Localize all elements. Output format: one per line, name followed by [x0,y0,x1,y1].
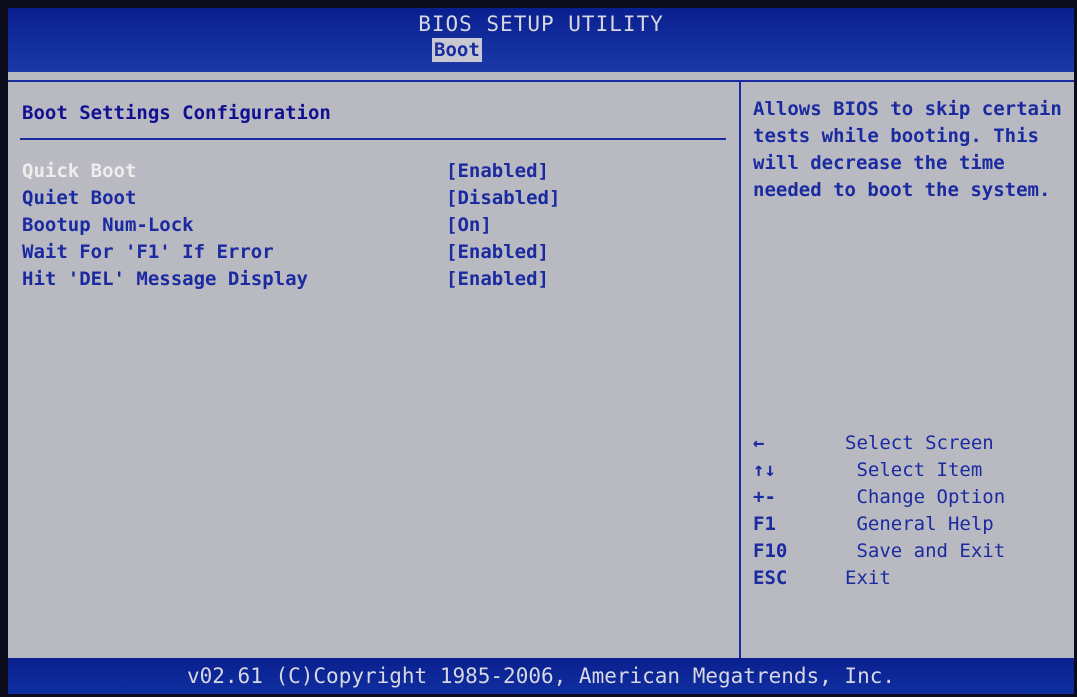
key-description: Select Item [845,459,983,481]
tab-boot[interactable]: Boot [432,38,482,62]
key-f1: F1 [753,513,776,535]
footer-bar: v02.61 (C)Copyright 1985-2006, American … [8,658,1074,694]
app-title: BIOS SETUP UTILITY [418,12,664,36]
arrow-up-down-icon: ↑↓ [753,459,776,481]
setting-quick-boot-value[interactable]: [Enabled] [446,160,549,182]
key-description: General Help [845,513,994,535]
setting-quiet-boot-value[interactable]: [Disabled] [446,187,560,209]
setting-quiet-boot-label[interactable]: Quiet Boot [22,187,136,209]
copyright-text: v02.61 (C)Copyright 1985-2006, American … [186,664,895,688]
plus-minus-icon: +- [753,486,776,508]
section-divider [20,138,726,140]
bios-screen: BIOS SETUP UTILITY Boot Boot Settings Co… [8,8,1074,694]
arrow-left-icon: ← [753,432,765,454]
help-text: Allows BIOS to skip certain tests while … [753,98,1062,201]
setting-quick-boot-label[interactable]: Quick Boot [22,160,136,182]
key-esc: ESC [753,567,788,589]
title-bar: BIOS SETUP UTILITY Boot [8,8,1074,72]
key-description: Exit [845,567,891,589]
key-f10: F10 [753,540,788,562]
setting-wait-f1-value[interactable]: [Enabled] [446,241,549,263]
main-panel: Boot Settings Configuration Quick Boot [… [8,80,741,662]
setting-del-message-label[interactable]: Hit 'DEL' Message Display [22,268,308,290]
setting-del-message-value[interactable]: [Enabled] [446,268,549,290]
setting-wait-f1-label[interactable]: Wait For 'F1' If Error [22,241,274,263]
setting-numlock-label[interactable]: Bootup Num-Lock [22,214,194,236]
setting-numlock-value[interactable]: [On] [446,214,492,236]
key-description: Change Option [845,486,1006,508]
key-description: Select Screen [845,432,994,454]
key-description: Save and Exit [845,540,1006,562]
help-panel: Allows BIOS to skip certain tests while … [741,80,1074,662]
section-title: Boot Settings Configuration [22,102,331,124]
